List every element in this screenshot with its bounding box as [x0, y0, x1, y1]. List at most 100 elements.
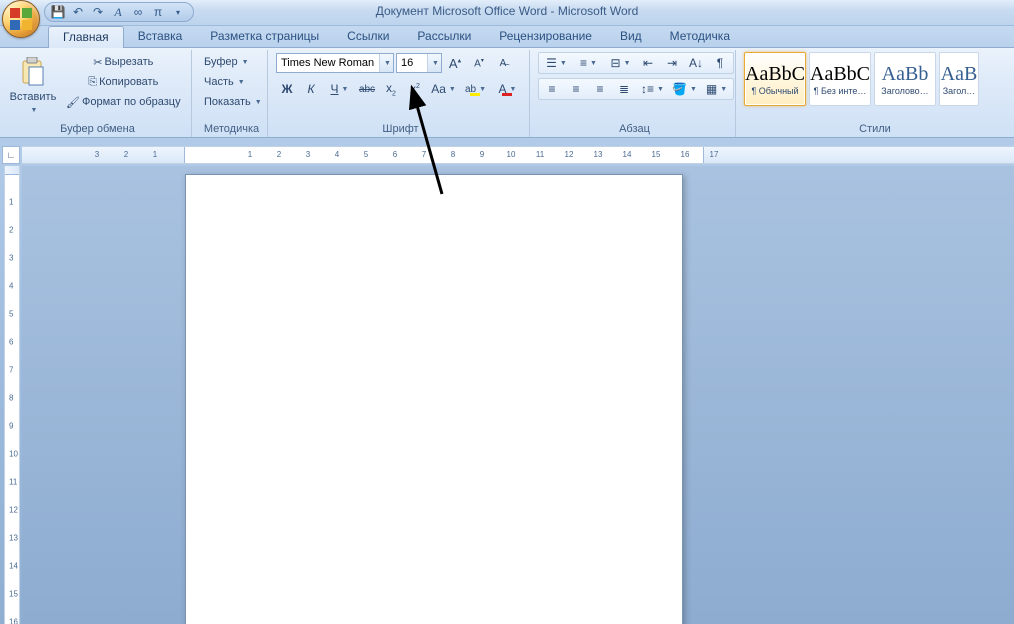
justify-icon: ≣ [619, 82, 629, 96]
decrease-indent-button[interactable]: ⇤ [637, 52, 659, 74]
font-color-button[interactable]: A▼ [492, 78, 522, 100]
align-left-button[interactable]: ≡ [541, 78, 563, 100]
tab-review[interactable]: Рецензирование [485, 26, 606, 47]
ruler-tick: 10 [507, 150, 516, 159]
horizontal-ruler[interactable]: 3211234567891011121314151617 [22, 146, 1014, 164]
metod-chast-button[interactable]: Часть▼ [200, 72, 249, 92]
numbering-icon: ≡ [580, 56, 587, 70]
clear-formatting-button[interactable]: A̶ [492, 52, 514, 74]
ruler-tick: 3 [306, 150, 310, 159]
line-spacing-button[interactable]: ↕≡▼ [637, 78, 667, 100]
highlight-button[interactable]: ab▼ [460, 78, 490, 100]
scissors-icon: ✂ [93, 56, 102, 69]
ruler-tick: 7 [422, 150, 426, 159]
align-right-button[interactable]: ≡ [589, 78, 611, 100]
ruler-tick: 1 [248, 150, 252, 159]
style-normal[interactable]: AaBbC ¶ Обычный [744, 52, 806, 106]
titlebar: 💾 ↶ ↷ A ∞ π ▾ Документ Microsoft Office … [0, 0, 1014, 26]
style-heading2[interactable]: AaB Загол… [939, 52, 979, 106]
chevron-down-icon[interactable]: ▼ [427, 54, 441, 72]
tab-selector[interactable]: ∟ [2, 146, 20, 164]
shading-button[interactable]: 🪣▼ [669, 78, 699, 100]
ruler-tick: 11 [536, 150, 544, 159]
increase-indent-button[interactable]: ⇥ [661, 52, 683, 74]
bullets-icon: ☰ [546, 56, 557, 70]
ruler-tick: 2 [9, 226, 13, 235]
tab-mailings[interactable]: Рассылки [403, 26, 485, 47]
italic-button[interactable]: К [300, 78, 322, 100]
font-name-combo[interactable]: Times New Roman ▼ [276, 53, 394, 73]
paste-label: Вставить [10, 91, 57, 103]
grow-font-icon: A▴ [449, 56, 461, 71]
group-styles-title: Стили [744, 122, 1006, 137]
ruler-tick: 11 [9, 478, 17, 487]
metod-pokazat-button[interactable]: Показать▼ [200, 92, 266, 112]
chevron-down-icon[interactable]: ▼ [379, 54, 393, 72]
tab-view[interactable]: Вид [606, 26, 656, 47]
office-button[interactable] [2, 0, 40, 38]
shrink-font-button[interactable]: A▾ [468, 52, 490, 74]
borders-button[interactable]: ▦▼ [701, 78, 731, 100]
underline-button[interactable]: Ч▼ [324, 78, 354, 100]
font-size-combo[interactable]: 16 ▼ [396, 53, 442, 73]
group-font: Times New Roman ▼ 16 ▼ A▴ A▾ A̶ Ж К Ч▼ a… [272, 50, 530, 137]
ruler-tick: 4 [335, 150, 339, 159]
copy-icon: ⎘ [88, 76, 97, 89]
sort-button[interactable]: A↓ [685, 52, 707, 74]
ruler-tick: 15 [652, 150, 661, 159]
justify-button[interactable]: ≣ [613, 78, 635, 100]
ruler-tick: 16 [9, 618, 18, 624]
copy-button[interactable]: ⎘ Копировать [62, 72, 185, 92]
tab-home[interactable]: Главная [48, 26, 124, 48]
ribbon-tabs: Главная Вставка Разметка страницы Ссылки… [0, 26, 1014, 48]
document-page[interactable] [185, 174, 683, 624]
ruler-tick: 1 [153, 150, 157, 159]
ruler-tick: 6 [393, 150, 397, 159]
decrease-indent-icon: ⇤ [643, 56, 653, 70]
multilevel-icon: ⊟ [611, 56, 621, 70]
ruler-tick: 12 [9, 506, 18, 515]
bold-button[interactable]: Ж [276, 78, 298, 100]
bullets-button[interactable]: ☰▼ [541, 52, 571, 74]
ruler-tick: 17 [710, 150, 719, 159]
eraser-icon: A̶ [500, 58, 507, 69]
format-painter-button[interactable]: 🖌 Формат по образцу [62, 92, 185, 112]
tab-page-layout[interactable]: Разметка страницы [196, 26, 333, 47]
borders-icon: ▦ [706, 82, 717, 96]
format-painter-label: Формат по образцу [82, 96, 181, 108]
pilcrow-icon: ¶ [717, 56, 723, 70]
tab-references[interactable]: Ссылки [333, 26, 403, 47]
tab-metodichka[interactable]: Методичка [656, 26, 744, 47]
strikethrough-button[interactable]: abc [356, 78, 378, 100]
group-font-title: Шрифт [276, 122, 525, 137]
numbering-button[interactable]: ≡▼ [573, 52, 603, 74]
tab-insert[interactable]: Вставка [124, 26, 197, 47]
metod-buffer-button[interactable]: Буфер▼ [200, 52, 253, 72]
align-left-icon: ≡ [548, 82, 555, 96]
group-styles: AaBbC ¶ Обычный AaBbC ¶ Без инте… AaBb З… [740, 50, 1010, 137]
paste-button[interactable]: Вставить ▼ [8, 52, 58, 118]
group-paragraph-title: Абзац [538, 122, 731, 137]
group-clipboard-title: Буфер обмена [8, 122, 187, 137]
document-area[interactable] [22, 166, 1014, 624]
ruler-tick: 12 [565, 150, 574, 159]
ruler-tick: 3 [9, 254, 13, 263]
superscript-icon: x2 [410, 82, 420, 96]
show-marks-button[interactable]: ¶ [709, 52, 731, 74]
grow-font-button[interactable]: A▴ [444, 52, 466, 74]
superscript-button[interactable]: x2 [404, 78, 426, 100]
shrink-font-icon: A▾ [474, 57, 484, 69]
ruler-tick: 5 [9, 310, 13, 319]
style-heading1[interactable]: AaBb Заголово… [874, 52, 936, 106]
vertical-ruler[interactable]: 12345678910111213141516 [4, 166, 20, 624]
style-gallery[interactable]: AaBbC ¶ Обычный AaBbC ¶ Без инте… AaBb З… [744, 52, 979, 118]
style-no-spacing[interactable]: AaBbC ¶ Без инте… [809, 52, 871, 106]
subscript-button[interactable]: x2 [380, 78, 402, 100]
change-case-button[interactable]: Aa▼ [428, 78, 458, 100]
multilevel-button[interactable]: ⊟▼ [605, 52, 635, 74]
ruler-tick: 13 [9, 534, 18, 543]
cut-button[interactable]: ✂ Вырезать [62, 52, 185, 72]
cut-label: Вырезать [104, 56, 153, 68]
ruler-tick: 8 [451, 150, 455, 159]
align-center-button[interactable]: ≡ [565, 78, 587, 100]
